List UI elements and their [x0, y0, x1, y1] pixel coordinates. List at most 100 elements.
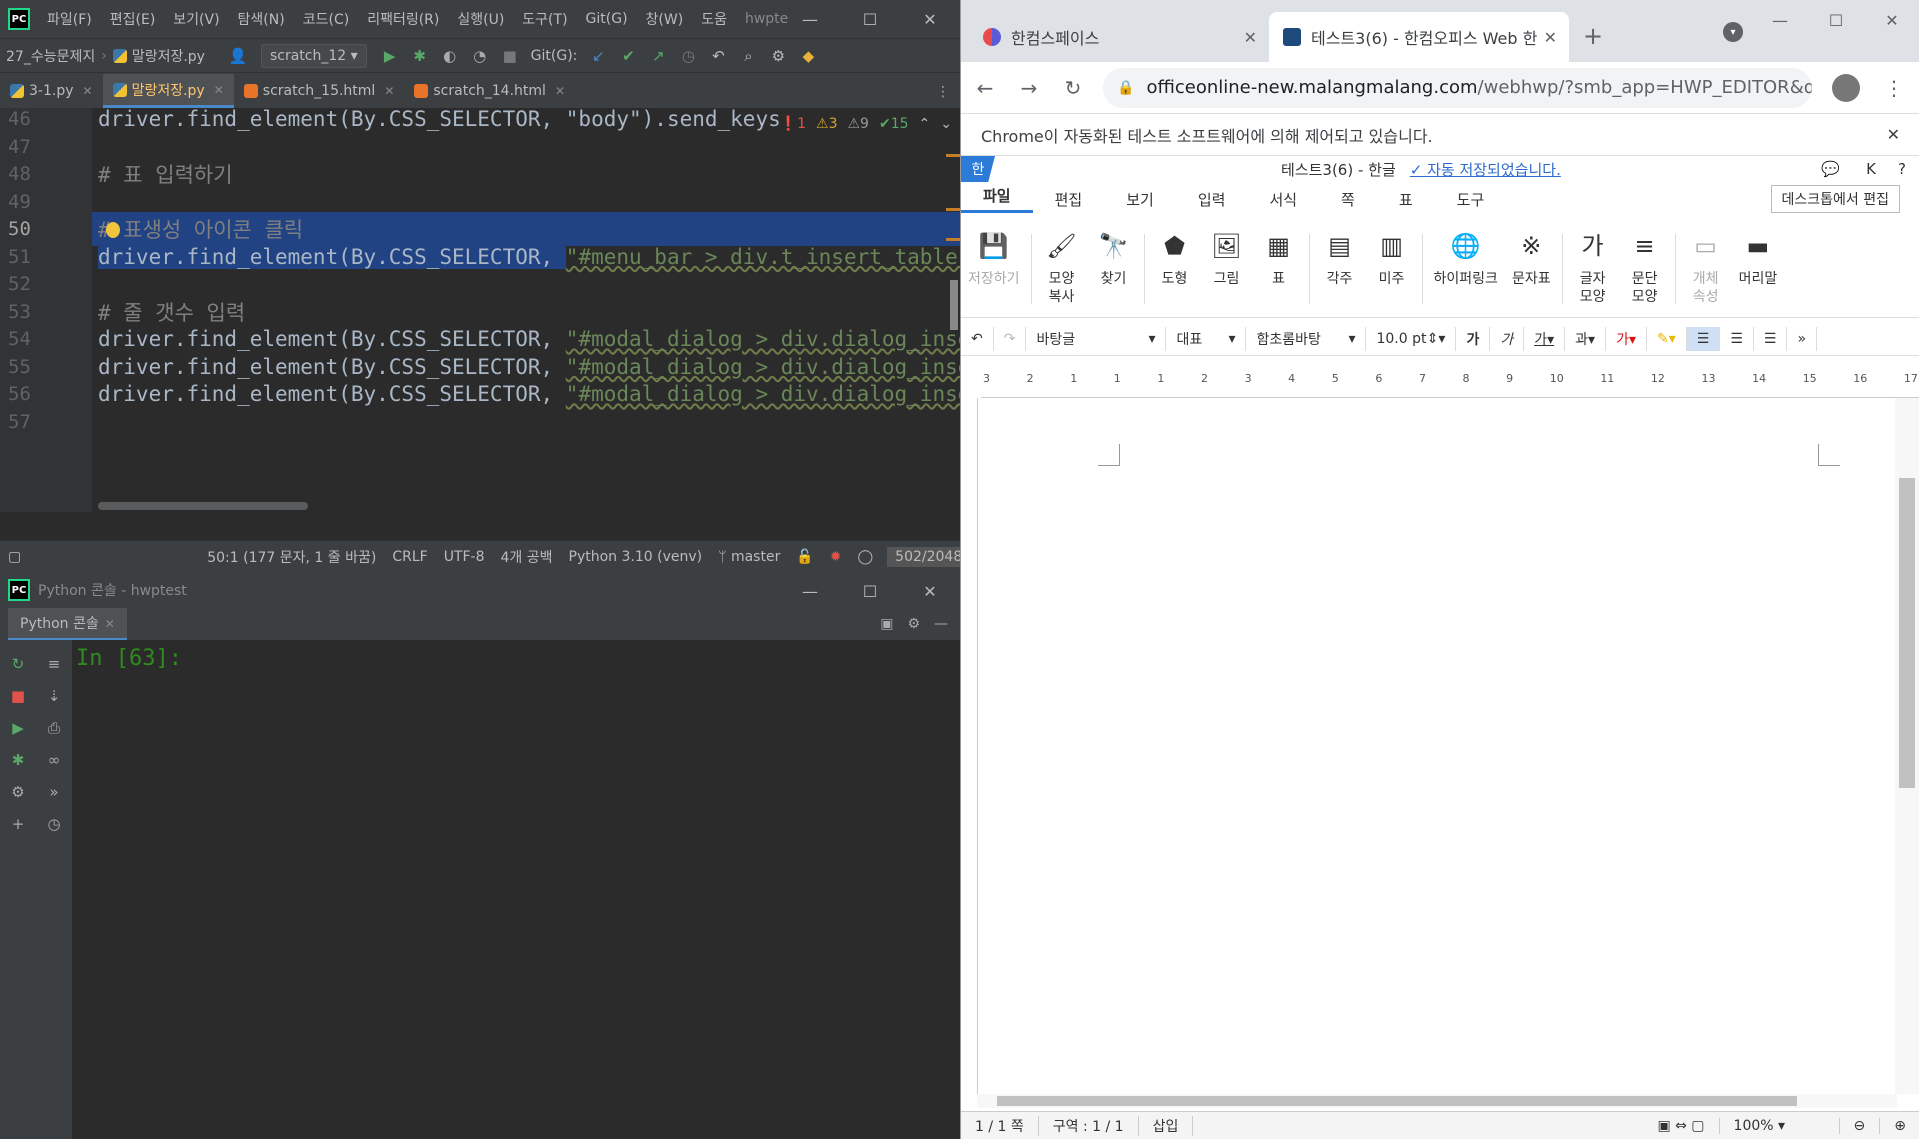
profile-icon[interactable]: ◔	[467, 43, 493, 69]
autosave-status[interactable]: ✓ 자동 저장되었습니다.	[1410, 161, 1561, 179]
ribbon-format-copy-button[interactable]: 🖌 모양 복사	[1036, 228, 1088, 306]
file-encoding[interactable]: UTF-8	[436, 549, 493, 565]
hwp-menu-page[interactable]: 쪽	[1319, 189, 1377, 210]
close-tab-icon[interactable]: ✕	[1244, 28, 1257, 47]
code-text[interactable]: driver.find_element(By.CSS_SELECTOR, "bo…	[98, 108, 781, 131]
redo-icon[interactable]: ↷	[994, 326, 1027, 351]
horizontal-scrollbar[interactable]	[98, 502, 308, 510]
more-format-icon[interactable]: »	[1787, 326, 1818, 351]
font-select[interactable]: 함초롬바탕 ▾	[1246, 326, 1367, 351]
menu-tools[interactable]: 도구(T)	[513, 9, 576, 29]
italic-icon[interactable]: 가	[1490, 326, 1525, 351]
tab-scratch-15[interactable]: scratch_15.html ✕	[234, 74, 405, 108]
vertical-scrollbar[interactable]	[950, 280, 958, 330]
style-select[interactable]: 바탕글 ▾	[1026, 326, 1167, 351]
menu-code[interactable]: 코드(C)	[294, 9, 358, 29]
minimize-icon[interactable]: —	[1752, 0, 1808, 40]
hwp-menu-insert[interactable]: 입력	[1176, 189, 1248, 210]
profile-avatar[interactable]	[1832, 73, 1860, 102]
comment-icon[interactable]: 💬	[1821, 160, 1840, 178]
ribbon-object-props-button[interactable]: ▭ 개체 속성	[1680, 228, 1732, 306]
forward-icon[interactable]: →	[1009, 68, 1049, 108]
user-icon[interactable]: 👤	[225, 43, 251, 69]
close-tab-icon[interactable]: ✕	[1544, 28, 1557, 47]
more-tabs-icon[interactable]: ⋮	[936, 84, 950, 100]
console-prompt[interactable]: In [63]:	[76, 646, 182, 671]
chevron-up-icon[interactable]: ⌃	[919, 116, 931, 132]
close-tab-icon[interactable]: ✕	[105, 617, 115, 631]
menu-view[interactable]: 보기(V)	[164, 9, 228, 29]
ribbon-hyperlink-button[interactable]: 🌐 하이퍼링크	[1427, 228, 1505, 288]
variables-icon[interactable]: ∞	[42, 748, 66, 772]
font-color-icon[interactable]: 가▾	[1606, 326, 1648, 351]
toggle-panel-icon[interactable]: ▢	[0, 549, 29, 565]
scroll-end-icon[interactable]: ⇣	[42, 684, 66, 708]
reload-icon[interactable]: ↻	[1053, 68, 1093, 108]
tab-python-console[interactable]: Python 콘솔 ✕	[8, 607, 127, 641]
tab-malang-save-py[interactable]: 말랑저장.py ✕	[102, 74, 234, 108]
stop-icon[interactable]: ■	[6, 684, 30, 708]
hwp-menu-table[interactable]: 표	[1377, 189, 1435, 210]
breadcrumb-project[interactable]: 27_수능문제지	[0, 46, 101, 66]
ribbon-endnote-button[interactable]: ▥ 미주	[1366, 228, 1418, 288]
ribbon-char-shape-button[interactable]: 가 글자 모양	[1567, 228, 1619, 306]
soft-wrap-icon[interactable]: ≡	[42, 652, 66, 676]
lock-icon[interactable]: 🔒	[1117, 80, 1134, 96]
tab-search-icon[interactable]: ▾	[1723, 22, 1743, 42]
ribbon-find-button[interactable]: 🔭 찾기	[1088, 228, 1140, 288]
maximize-icon[interactable]: ☐	[840, 0, 900, 38]
rollback-icon[interactable]: ↶	[705, 43, 731, 69]
horizontal-ruler[interactable]: 3 2 1 1 1 2 3 4 5 6 7 8 9 10 11 12 13 14 15 16 17	[981, 362, 1919, 398]
minimize-icon[interactable]: —	[780, 0, 840, 38]
zoom-out-icon[interactable]: ⊖	[1840, 1117, 1881, 1134]
tab-scratch-14[interactable]: scratch_14.html ✕	[404, 74, 575, 108]
menu-file[interactable]: 파일(F)	[38, 9, 101, 29]
code-editor[interactable]: 46 driver.find_element(By.CSS_SELECTOR, "…	[0, 108, 960, 512]
ribbon-footnote-button[interactable]: ▤ 각주	[1314, 228, 1366, 288]
chevron-down-icon[interactable]: ⌄	[940, 116, 952, 132]
back-icon[interactable]: ←	[965, 68, 1005, 108]
console-body[interactable]: ↻ ≡ ■ ⇣ ▶ ⎙ ✱ ∞ ⚙ » + ◷ In [63]:	[0, 640, 960, 1139]
new-tab-icon[interactable]: +	[1583, 22, 1603, 50]
close-tab-icon[interactable]: ✕	[214, 83, 224, 97]
git-push-icon[interactable]: ↗	[645, 43, 671, 69]
close-icon[interactable]: ✕	[900, 572, 960, 610]
menu-navigate[interactable]: 탐색(N)	[229, 9, 294, 29]
debug-icon[interactable]: ✱	[6, 748, 30, 772]
rerun-icon[interactable]: ↻	[6, 652, 30, 676]
vertical-scrollbar[interactable]	[1895, 398, 1919, 1094]
ribbon-header-button[interactable]: ▬ 머리말	[1732, 228, 1785, 288]
debug-icon[interactable]: ✱	[407, 43, 433, 69]
ribbon-table-button[interactable]: ▦ 표	[1253, 228, 1305, 288]
breadcrumb-file[interactable]: 말랑저장.py	[107, 46, 211, 66]
ribbon-picture-button[interactable]: 🖼 그림	[1201, 228, 1253, 288]
horizontal-scrollbar[interactable]	[977, 1094, 1897, 1108]
minimize-icon[interactable]: —	[780, 572, 840, 610]
insert-mode[interactable]: 삽입	[1139, 1115, 1194, 1136]
gear-icon[interactable]: ⚙	[765, 43, 791, 69]
close-icon[interactable]: ✕	[1887, 125, 1900, 144]
hwp-menu-file[interactable]: 파일	[961, 185, 1033, 213]
ribbon-para-shape-button[interactable]: ≡ 문단 모양	[1619, 228, 1671, 306]
underline-icon[interactable]: 가▾	[1524, 326, 1566, 351]
git-update-icon[interactable]: ↙	[585, 43, 611, 69]
document-page[interactable]	[977, 398, 1897, 1094]
layout-icon[interactable]: ▣	[880, 616, 893, 632]
notifications-icon[interactable]: ◯	[850, 549, 882, 565]
zoom-in-icon[interactable]: ⊕	[1880, 1118, 1919, 1134]
indent-setting[interactable]: 4개 공백	[493, 547, 561, 567]
git-commit-icon[interactable]: ✔	[615, 43, 641, 69]
menu-refactor[interactable]: 리팩터링(R)	[358, 9, 448, 29]
git-branch[interactable]: ᛘ master	[710, 549, 788, 565]
code-text[interactable]: driver.find_element(By.CSS_SELECTOR, "#m…	[98, 355, 960, 379]
inspection-widget[interactable]: ❗1 ⚠3 ⚠9 ✔15 ⌃ ⌄	[780, 116, 952, 132]
desktop-edit-button[interactable]: 데스크톱에서 편집	[1770, 185, 1900, 213]
zoom-select[interactable]: 100% ▾	[1720, 1117, 1840, 1134]
lightbulb-icon[interactable]	[106, 222, 120, 238]
close-icon[interactable]: ✕	[900, 0, 960, 38]
run-icon[interactable]: ▶	[377, 43, 403, 69]
hancom-logo-icon[interactable]: 한	[961, 156, 995, 182]
code-text[interactable]: driver.find_element(By.CSS_SELECTOR, "#m…	[98, 244, 960, 269]
highlight-icon[interactable]: ✎▾	[1647, 326, 1687, 351]
close-icon[interactable]: ✕	[1864, 0, 1919, 40]
